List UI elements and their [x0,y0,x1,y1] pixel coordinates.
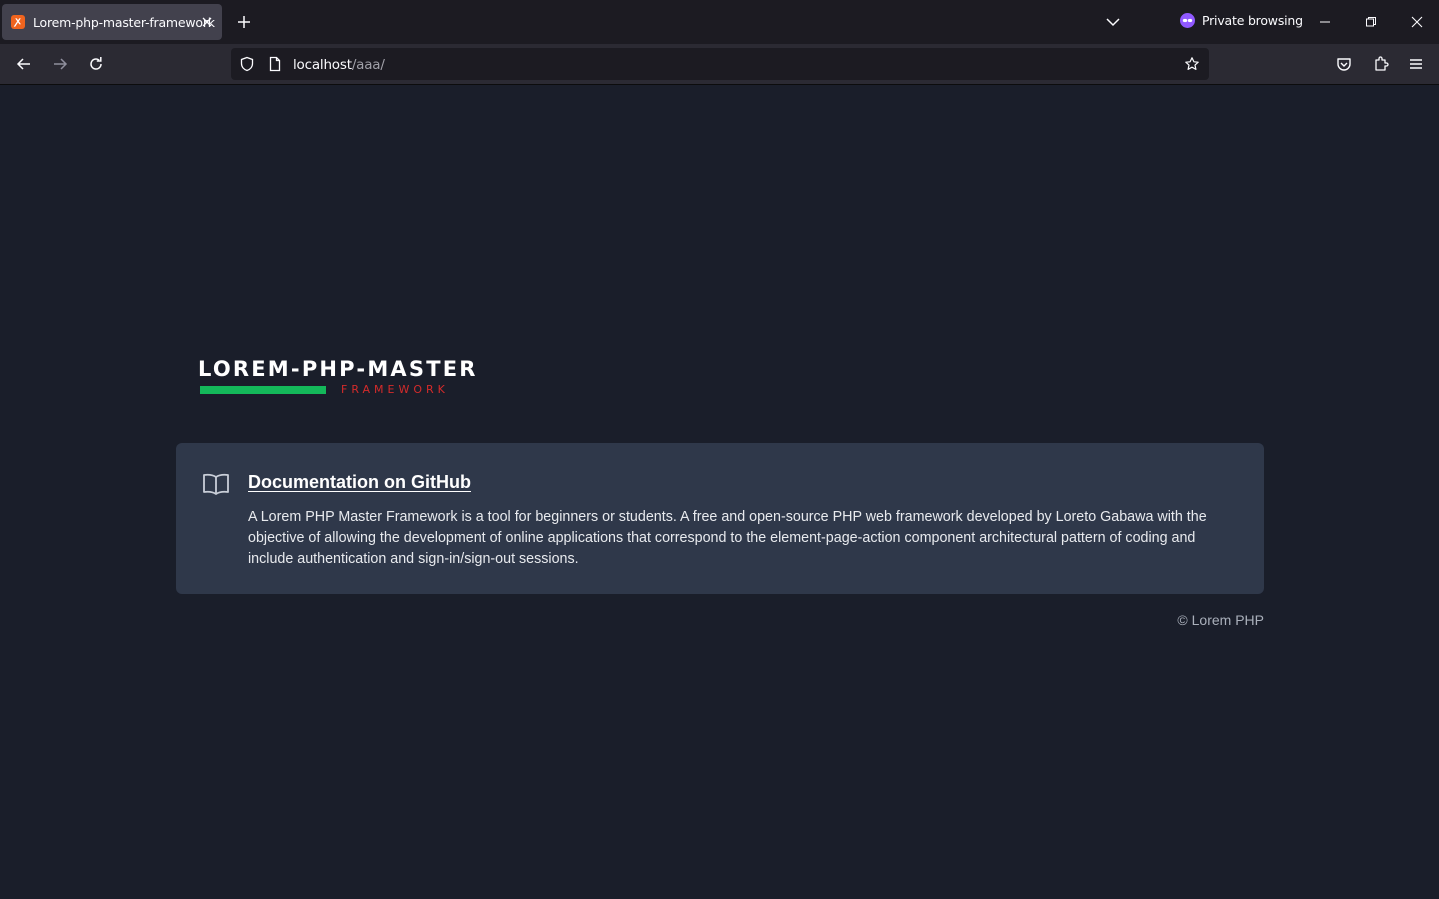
documentation-card: Documentation on GitHub A Lorem PHP Mast… [176,443,1264,594]
footer-copyright: © Lorem PHP [1177,612,1264,628]
page-icon[interactable] [267,56,283,72]
url-text[interactable]: localhost/aaa/ [293,57,385,73]
logo-green-bar [200,386,326,394]
private-mask-icon [1180,13,1195,28]
logo-title: LOREM-PHP-MASTER [198,357,478,381]
xampp-icon: ꭗ [11,15,25,29]
url-path: /aaa/ [351,57,385,73]
restore-icon[interactable] [1361,12,1381,32]
tab-title: Lorem-php-master-framework [33,15,215,30]
shield-icon[interactable] [239,56,255,72]
back-arrow-icon[interactable] [14,54,34,74]
extensions-icon[interactable] [1371,54,1391,74]
close-window-icon[interactable] [1407,12,1427,32]
url-host: localhost [293,57,352,73]
private-browsing-indicator: Private browsing [1180,13,1303,28]
browser-tab[interactable]: ꭗ Lorem-php-master-framework [2,4,222,40]
private-browsing-label: Private browsing [1202,13,1303,28]
reload-icon[interactable] [86,54,106,74]
site-logo: LOREM-PHP-MASTER FRAMEWORK [198,357,478,396]
logo-subtitle: FRAMEWORK [341,383,449,396]
new-tab-icon[interactable] [234,12,254,32]
book-icon [203,473,229,495]
github-documentation-link[interactable]: Documentation on GitHub [248,472,471,493]
pocket-icon[interactable] [1334,54,1354,74]
address-bar[interactable]: localhost/aaa/ [231,48,1209,80]
minimize-icon[interactable] [1315,12,1335,32]
bookmark-star-icon[interactable] [1184,56,1200,72]
framework-description: A Lorem PHP Master Framework is a tool f… [248,509,1207,567]
menu-icon[interactable] [1406,54,1426,74]
tab-bar: ꭗ Lorem-php-master-framework Private bro… [0,0,1439,44]
close-tab-icon[interactable] [199,14,215,30]
chevron-down-icon[interactable] [1103,12,1123,32]
forward-arrow-icon[interactable] [50,54,70,74]
navigation-toolbar: localhost/aaa/ [0,44,1439,85]
